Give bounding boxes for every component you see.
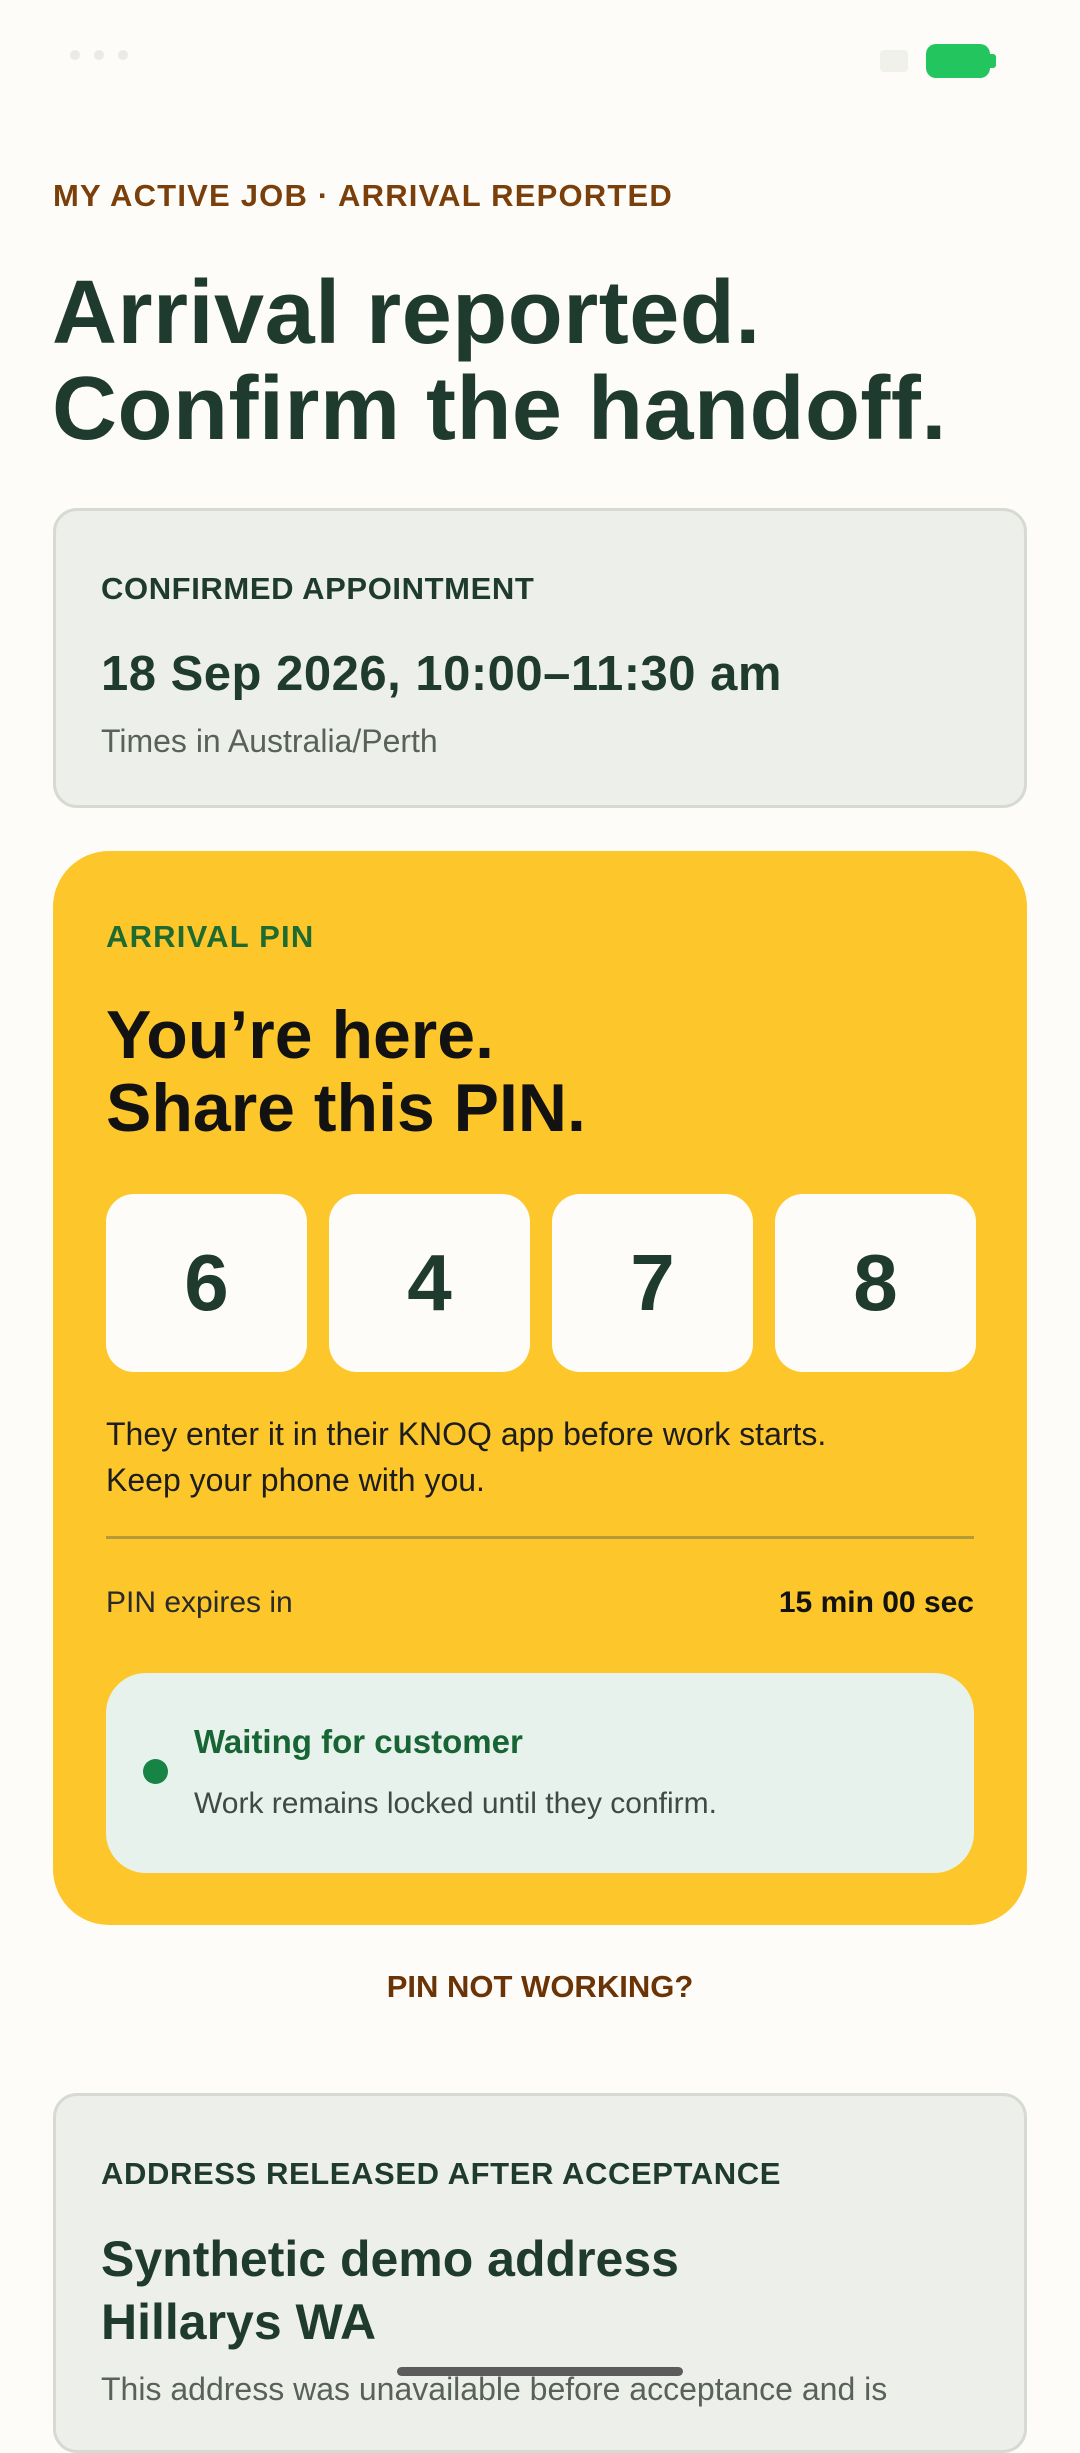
home-indicator[interactable] [397,2367,683,2376]
address-title: Synthetic demo address Hillarys WA [101,2228,679,2354]
status-icons [880,44,996,78]
page-title-line-2: Confirm the handoff. [52,359,947,459]
appointment-time: 18 Sep 2026, 10:00–11:30 am [101,647,782,701]
pin-digit: 8 [775,1194,976,1372]
pin-instructions: They enter it in their KNOQ app before w… [106,1411,826,1503]
pin-digit: 4 [329,1194,530,1372]
confirmed-appointment-card: CONFIRMED APPOINTMENT 18 Sep 2026, 10:00… [53,508,1027,808]
address-card: ADDRESS RELEASED AFTER ACCEPTANCE Synthe… [53,2093,1027,2453]
page-eyebrow: MY ACTIVE JOB · ARRIVAL REPORTED [53,178,673,213]
pin-expiry-countdown: 15 min 00 sec [778,1586,974,1619]
address-label: ADDRESS RELEASED AFTER ACCEPTANCE [101,2156,782,2191]
pin-digit: 7 [552,1194,753,1372]
pin-not-working-link[interactable]: PIN NOT WORKING? [0,1969,1080,2005]
waiting-status-box: Waiting for customer Work remains locked… [106,1673,974,1873]
arrival-pin-label: ARRIVAL PIN [106,919,315,954]
pin-digit: 6 [106,1194,307,1372]
appointment-label: CONFIRMED APPOINTMENT [101,571,535,606]
arrival-pin-title-line-2: Share this PIN. [106,1070,586,1146]
arrival-pin-card: ARRIVAL PIN You’re here. Share this PIN.… [53,851,1027,1925]
address-note: This address was unavailable before acce… [101,2371,888,2407]
wifi-icon [880,50,908,72]
battery-icon [926,44,996,78]
pin-instructions-line-2: Keep your phone with you. [106,1462,485,1498]
pin-digits: 6 4 7 8 [106,1194,976,1372]
page-title-line-1: Arrival reported. [52,263,761,363]
status-bar [0,0,1080,130]
page-title: Arrival reported. Confirm the handoff. [52,265,1032,457]
signal-icon [70,50,128,60]
arrival-pin-title-line-1: You’re here. [106,997,494,1073]
address-line-2: Hillarys WA [101,2294,377,2350]
status-dot-icon [143,1759,168,1784]
pin-expiry-label: PIN expires in [106,1586,293,1619]
waiting-status-subtitle: Work remains locked until they confirm. [194,1787,717,1820]
pin-divider [106,1536,974,1539]
pin-instructions-line-1: They enter it in their KNOQ app before w… [106,1416,827,1452]
waiting-status-title: Waiting for customer [194,1723,523,1760]
appointment-timezone: Times in Australia/Perth [101,723,438,759]
arrival-pin-title: You’re here. Share this PIN. [106,999,586,1145]
address-line-1: Synthetic demo address [101,2231,679,2287]
